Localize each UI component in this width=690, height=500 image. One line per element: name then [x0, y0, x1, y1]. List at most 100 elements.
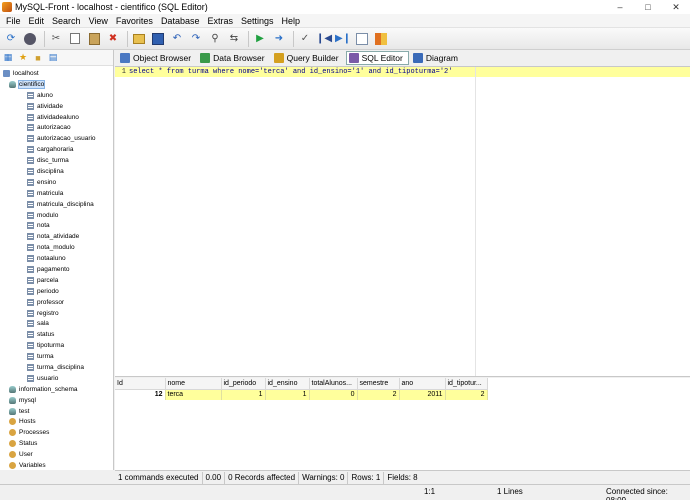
tree-node-user[interactable]: User: [0, 449, 113, 460]
tree-node-table[interactable]: nota: [0, 220, 113, 231]
tree-node-table[interactable]: periodo: [0, 286, 113, 297]
grid-icon[interactable]: [373, 31, 389, 47]
sql-history-icon[interactable]: ▤: [47, 52, 59, 64]
tree-node-database[interactable]: test: [0, 406, 113, 417]
tree-node-table[interactable]: disc_turma: [0, 155, 113, 166]
column-header[interactable]: Id: [115, 378, 166, 390]
tree-node-table[interactable]: nota_modulo: [0, 242, 113, 253]
table-cell[interactable]: 2: [445, 389, 488, 400]
tree-node-table[interactable]: atividade: [0, 101, 113, 112]
tree-node-table[interactable]: matricula: [0, 188, 113, 199]
tree-node-table[interactable]: nota_atividade: [0, 231, 113, 242]
tree-node-variables[interactable]: Variables: [0, 460, 113, 470]
tree-node-table[interactable]: matricula_disciplina: [0, 199, 113, 210]
tree-node-table[interactable]: registro: [0, 308, 113, 319]
tab-data-browser[interactable]: Data Browser: [198, 51, 270, 65]
minimize-icon[interactable]: –: [606, 0, 634, 14]
tree-node-status[interactable]: Status: [0, 438, 113, 449]
menu-edit[interactable]: Edit: [25, 16, 49, 26]
table-icon: [27, 363, 34, 371]
tree-node-table[interactable]: autorizacao: [0, 122, 113, 133]
column-header[interactable]: id_ensino: [265, 378, 310, 390]
menu-view[interactable]: View: [85, 16, 112, 26]
redo-icon[interactable]: ↷: [188, 31, 204, 47]
insert-icon[interactable]: [354, 31, 370, 47]
table-cell[interactable]: 1: [221, 389, 266, 400]
search-icon[interactable]: ⚲: [207, 31, 223, 47]
status-connected-since: Connected since: 08:09: [606, 487, 668, 500]
tree-node-database[interactable]: mysql: [0, 395, 113, 406]
table-row[interactable]: 12 terca 1 1 0 2 2011 2: [115, 389, 488, 400]
tree-node-table[interactable]: tipoturma: [0, 340, 113, 351]
table-cell[interactable]: 1: [265, 389, 310, 400]
copy-icon[interactable]: [67, 31, 83, 47]
tree-node-database[interactable]: information_schema: [0, 384, 113, 395]
menu-file[interactable]: File: [2, 16, 25, 26]
tree-node-processes[interactable]: Processes: [0, 427, 113, 438]
replace-icon[interactable]: ⇆: [226, 31, 242, 47]
sql-text[interactable]: select * from turma where nome='terca' a…: [129, 68, 452, 76]
tree-node-table[interactable]: atividadealuno: [0, 112, 113, 123]
table-cell[interactable]: terca: [165, 389, 222, 400]
tree-node-table[interactable]: usuario: [0, 373, 113, 384]
tab-sql-editor[interactable]: SQL Editor: [345, 51, 409, 65]
sql-editor[interactable]: 1 select * from turma where nome='terca'…: [115, 66, 690, 377]
refresh-icon[interactable]: ⟳: [3, 31, 19, 47]
run-selection-icon[interactable]: ➜: [271, 31, 287, 47]
open-icon[interactable]: [131, 31, 147, 47]
tree-node-table[interactable]: disciplina: [0, 166, 113, 177]
table-cell[interactable]: 0: [309, 389, 358, 400]
column-header[interactable]: id_periodo: [221, 378, 266, 390]
tree-node-table[interactable]: sala: [0, 318, 113, 329]
menu-extras[interactable]: Extras: [203, 16, 237, 26]
table-cell[interactable]: 2: [357, 389, 400, 400]
menu-help[interactable]: Help: [278, 16, 305, 26]
close-icon[interactable]: ✕: [662, 0, 690, 14]
column-header[interactable]: nome: [165, 378, 222, 390]
run-icon[interactable]: ▶: [252, 31, 268, 47]
first-icon[interactable]: ❙◀: [316, 31, 332, 47]
tree-node-table[interactable]: turma: [0, 351, 113, 362]
tab-object-browser[interactable]: Object Browser: [118, 51, 196, 65]
table-cell[interactable]: 12: [115, 389, 166, 400]
tree-node-table[interactable]: parcela: [0, 275, 113, 286]
tab-diagram[interactable]: Diagram: [411, 51, 463, 65]
column-header[interactable]: id_tipotur...: [445, 378, 488, 390]
menu-database[interactable]: Database: [157, 16, 204, 26]
tree-node-table[interactable]: aluno: [0, 90, 113, 101]
save-icon[interactable]: [150, 31, 166, 47]
cut-icon[interactable]: ✂: [48, 31, 64, 47]
editor-line[interactable]: 1 select * from turma where nome='terca'…: [115, 67, 690, 77]
last-icon[interactable]: ▶❙: [335, 31, 351, 47]
tree-node-table[interactable]: modulo: [0, 210, 113, 221]
undo-icon[interactable]: ↶: [169, 31, 185, 47]
column-header[interactable]: totalAlunos...: [309, 378, 358, 390]
column-header[interactable]: semestre: [357, 378, 400, 390]
maximize-icon[interactable]: □: [634, 0, 662, 14]
paste-icon[interactable]: [86, 31, 102, 47]
menu-favorites[interactable]: Favorites: [112, 16, 157, 26]
transaction-icon[interactable]: ✓: [297, 31, 313, 47]
delete-icon[interactable]: ✖: [105, 31, 121, 47]
tree-node-table[interactable]: status: [0, 329, 113, 340]
tree-node-table[interactable]: cargahoraria: [0, 144, 113, 155]
stop-icon[interactable]: [22, 31, 38, 47]
menu-settings[interactable]: Settings: [237, 16, 278, 26]
tree-view-icon[interactable]: ▦: [2, 52, 14, 64]
tree-node-hosts[interactable]: Hosts: [0, 417, 113, 428]
tree-node-server[interactable]: localhost: [0, 68, 113, 79]
tree-node-table[interactable]: professor: [0, 297, 113, 308]
tab-query-builder[interactable]: Query Builder: [272, 51, 344, 65]
tree-node-current-db[interactable]: cientifico: [0, 79, 113, 90]
tree-node-table[interactable]: notaaluno: [0, 253, 113, 264]
column-header[interactable]: ano: [399, 378, 446, 390]
tree-node-table[interactable]: pagamento: [0, 264, 113, 275]
tree-node-table[interactable]: autorizacao_usuario: [0, 133, 113, 144]
tree-node-table[interactable]: turma_disciplina: [0, 362, 113, 373]
favorites-icon[interactable]: ★: [17, 52, 29, 64]
query-builder-icon: [273, 53, 284, 63]
table-cell[interactable]: 2011: [399, 389, 446, 400]
folder-icon[interactable]: ■: [32, 52, 44, 64]
menu-search[interactable]: Search: [48, 16, 85, 26]
tree-node-table[interactable]: ensino: [0, 177, 113, 188]
